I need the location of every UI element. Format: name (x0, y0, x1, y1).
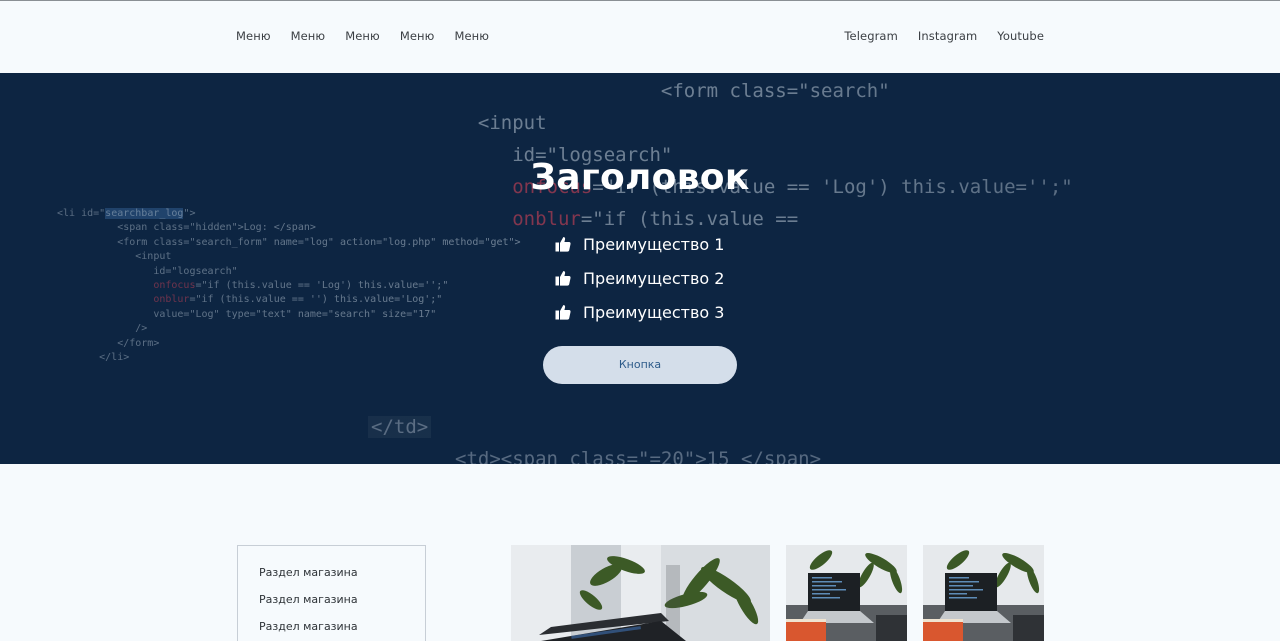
instagram-link[interactable]: Instagram (918, 29, 977, 43)
shop-sections-sidebar: Раздел магазина Раздел магазина Раздел м… (237, 545, 426, 641)
shop-section-link-3[interactable]: Раздел магазина (259, 620, 358, 633)
menu-link-5[interactable]: Меню (454, 29, 489, 43)
laptop-photo-small-1[interactable] (786, 545, 907, 641)
shop-section-link-1[interactable]: Раздел магазина (259, 566, 358, 579)
thumbs-up-icon (555, 305, 571, 320)
laptop-photo-large[interactable] (511, 545, 770, 641)
benefit-item-2: Преимущество 2 (555, 261, 724, 295)
menu-link-2[interactable]: Меню (291, 29, 326, 43)
hero-cta-button[interactable]: Кнопка (543, 346, 737, 384)
social-links: Telegram Instagram Youtube (844, 29, 1044, 43)
shop-section-link-2[interactable]: Раздел магазина (259, 593, 358, 606)
thumbs-up-icon (555, 237, 571, 252)
hero-section: <form class="search" <input id="logsearc… (0, 73, 1280, 464)
benefit-item-3: Преимущество 3 (555, 295, 724, 329)
laptop-photo-small-2[interactable] (923, 545, 1044, 641)
menu-link-3[interactable]: Меню (345, 29, 380, 43)
menu-link-4[interactable]: Меню (400, 29, 435, 43)
thumbs-up-icon (555, 271, 571, 286)
benefit-item-1: Преимущество 1 (555, 227, 724, 261)
benefits-list: Преимущество 1 Преимущество 2 Преимущест… (555, 227, 724, 329)
benefit-text: Преимущество 3 (583, 302, 725, 322)
benefit-text: Преимущество 2 (583, 268, 725, 288)
main-menu: Меню Меню Меню Меню Меню (236, 29, 489, 43)
menu-link-1[interactable]: Меню (236, 29, 271, 43)
benefit-text: Преимущество 1 (583, 234, 725, 254)
youtube-link[interactable]: Youtube (997, 29, 1044, 43)
hero-title: Заголовок (530, 157, 750, 198)
site-header: Меню Меню Меню Меню Меню Telegram Instag… (0, 1, 1280, 73)
telegram-link[interactable]: Telegram (844, 29, 898, 43)
